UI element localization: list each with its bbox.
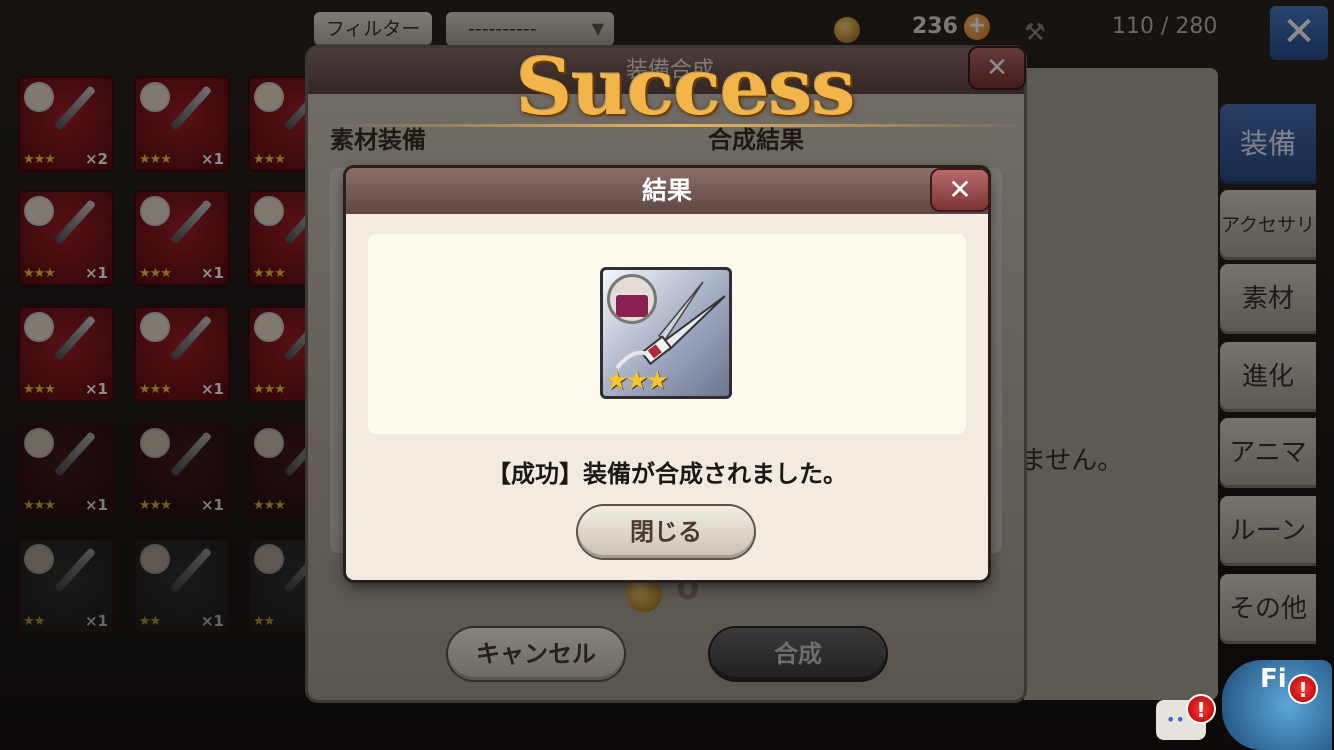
field-mascot-icon[interactable]: Fi: [1222, 660, 1332, 750]
rarity-stars: ★★★: [605, 366, 669, 396]
close-button[interactable]: 閉じる: [578, 506, 754, 558]
field-label: Fi: [1260, 664, 1287, 694]
result-close-button[interactable]: ✕: [932, 170, 988, 210]
result-dialog-title: 結果: [641, 176, 692, 205]
chat-alert-badge: !: [1186, 694, 1216, 724]
success-banner: Success: [516, 42, 855, 133]
equipment-item-icon[interactable]: ★★★: [600, 267, 732, 399]
result-message: 【成功】装備が合成されました。: [487, 460, 847, 488]
field-alert-badge: !: [1288, 674, 1318, 704]
